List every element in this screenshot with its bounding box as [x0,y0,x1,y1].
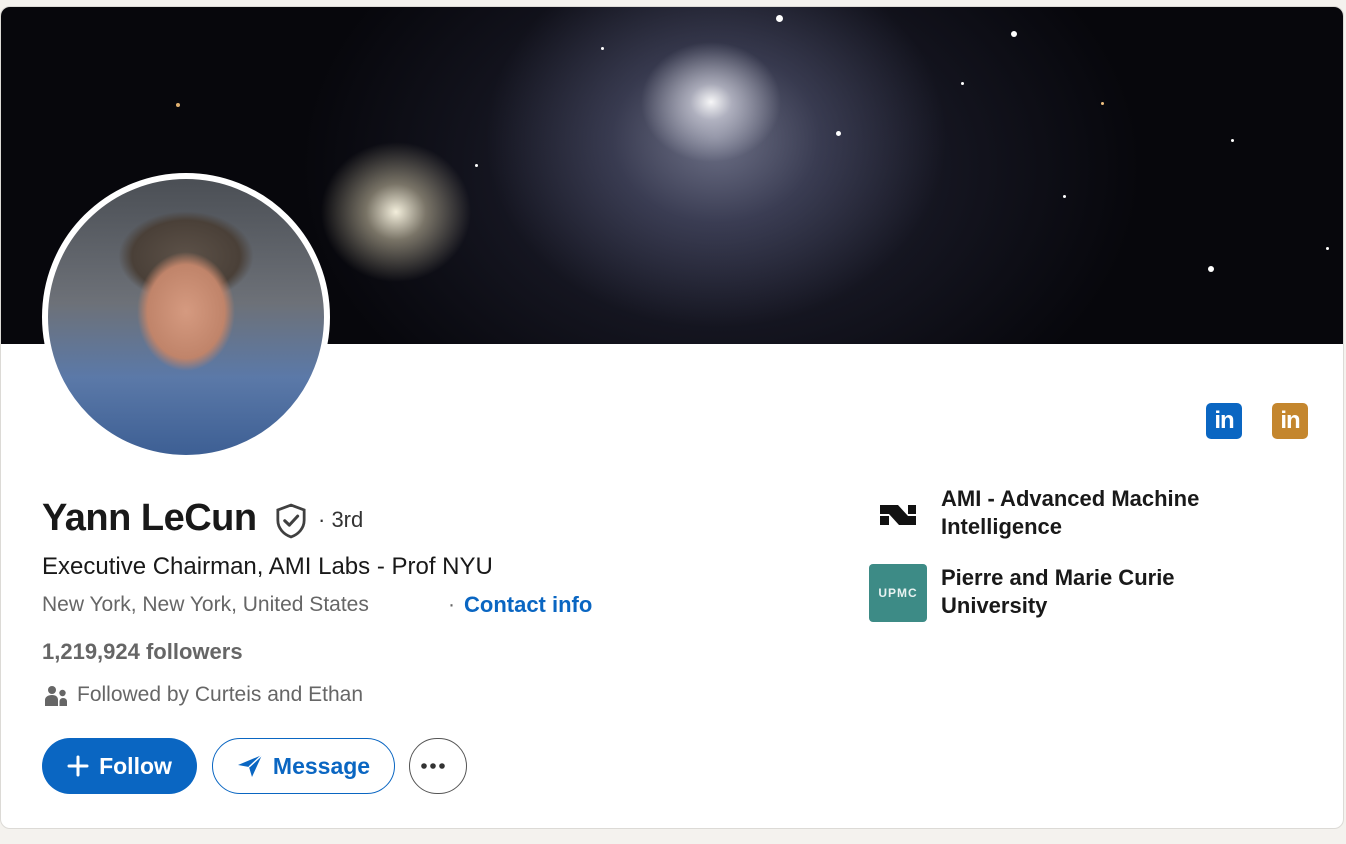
follow-button-label: Follow [99,752,172,779]
location-separator: · [448,593,455,616]
message-button-label: Message [272,752,371,779]
ellipsis-icon [421,763,445,769]
linkedin-gold-badge-icon[interactable]: in [1272,403,1308,439]
org-ami[interactable]: AMI - Advanced Machine Intelligence [869,485,1261,543]
more-actions-button[interactable] [409,738,467,794]
send-icon [237,754,263,777]
contact-info-link[interactable]: Contact info [464,592,592,618]
org-name: AMI - Advanced Machine Intelligence [941,486,1200,539]
plus-icon [67,755,89,777]
people-icon [45,686,67,706]
connection-degree: · 3rd [318,507,364,532]
verified-shield-icon[interactable] [274,503,308,539]
upmc-logo-icon: UPMC [869,564,927,622]
linkedin-blue-badge-icon[interactable]: in [1206,403,1242,439]
linkedin-blue-badge-label: in [1214,407,1234,434]
profile-headline: Executive Chairman, AMI Labs - Prof NYU [42,553,493,580]
followed-by-text[interactable]: Followed by Curteis and Ethan [77,683,363,707]
linkedin-gold-badge-label: in [1280,407,1300,434]
org-upmc[interactable]: UPMC Pierre and Marie Curie University [869,564,1261,622]
message-button[interactable]: Message [212,738,395,794]
profile-card: in in Yann LeCun · 3rd Executive Chairma… [0,6,1344,829]
follow-button[interactable]: Follow [42,738,197,794]
org-name: Pierre and Marie Curie University [941,565,1175,618]
profile-photo-avatar[interactable] [42,173,330,461]
profile-location: New York, New York, United States [42,593,369,616]
profile-name: Yann LeCun [42,497,257,539]
ami-logo-icon [869,485,927,543]
upmc-logo-text: UPMC [878,586,918,600]
followers-count[interactable]: 1,219,924 followers [42,639,243,665]
